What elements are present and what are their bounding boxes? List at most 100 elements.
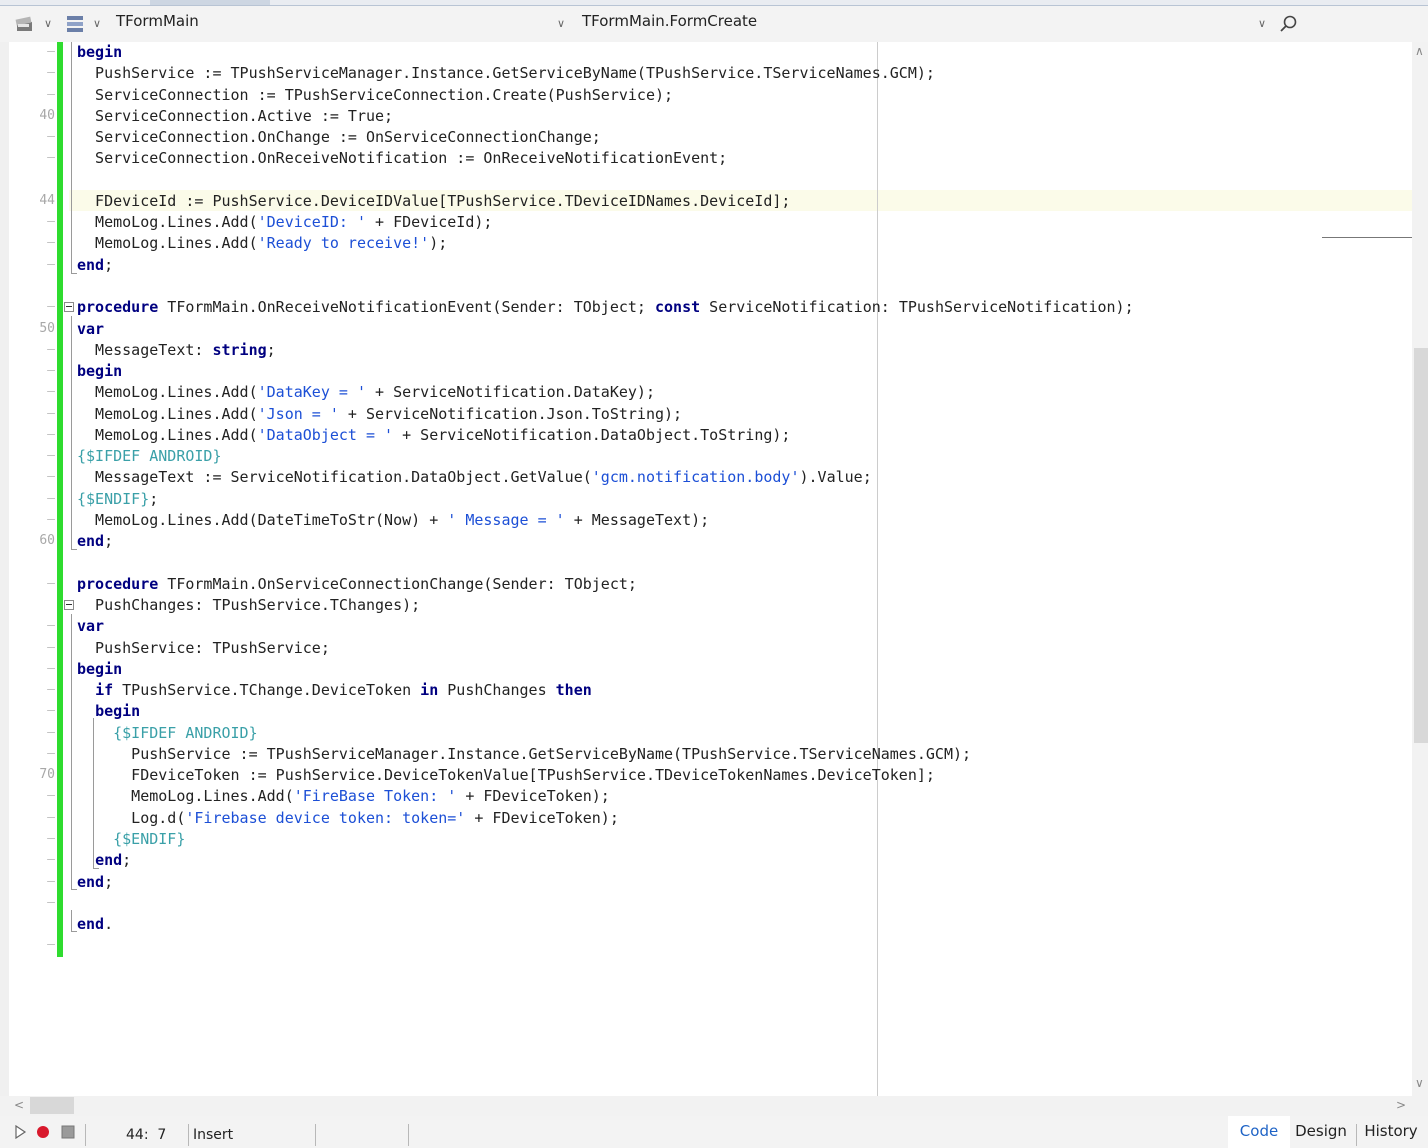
code-line[interactable]: ServiceConnection.OnReceiveNotification … (77, 148, 727, 169)
insert-mode[interactable]: Insert (193, 1127, 233, 1143)
code-line[interactable]: PushService := TPushServiceManager.Insta… (77, 744, 971, 765)
fold-toggle[interactable] (64, 302, 74, 312)
keyword-token: procedure (77, 574, 159, 593)
keyword-token: begin (95, 702, 141, 721)
code-token: PushChanges (438, 681, 556, 700)
code-line[interactable]: MemoLog.Lines.Add('DataKey = ' + Service… (77, 382, 655, 403)
directive-token: {$ENDIF} (113, 829, 186, 848)
right-margin-line (877, 42, 878, 1096)
tab-history[interactable]: History (1362, 1116, 1420, 1148)
search-icon[interactable] (1279, 14, 1299, 38)
code-line[interactable]: {$ENDIF}; (77, 489, 158, 510)
class-selector[interactable]: TFormMain (116, 12, 199, 30)
scroll-right-icon[interactable]: > (1396, 1098, 1406, 1112)
code-line[interactable]: MemoLog.Lines.Add('Ready to receive!'); (77, 233, 447, 254)
code-line[interactable]: FDeviceId := PushService.DeviceIDValue[T… (77, 191, 790, 212)
code-token: PushService := TPushServiceManager.Insta… (77, 744, 972, 763)
line-marker: – (47, 937, 55, 953)
line-marker: – (47, 44, 55, 59)
status-separator (188, 1124, 189, 1146)
code-line[interactable]: MemoLog.Lines.Add('DataObject = ' + Serv… (77, 425, 790, 446)
code-line[interactable]: ServiceConnection.Active := True; (77, 106, 393, 127)
tab-code[interactable]: Code (1228, 1116, 1290, 1148)
code-line[interactable]: end; (77, 531, 113, 552)
fold-toggle[interactable] (64, 600, 74, 610)
string-token: 'DeviceID: ' (257, 213, 366, 232)
code-token: PushService: TPushService; (77, 638, 330, 657)
code-line[interactable]: MemoLog.Lines.Add('Json = ' + ServiceNot… (77, 404, 682, 425)
tab-design[interactable]: Design (1292, 1116, 1350, 1148)
chevron-down-icon[interactable]: ∨ (1258, 17, 1266, 30)
code-token: ; (104, 255, 114, 274)
scroll-down-icon[interactable]: ∨ (1415, 1076, 1424, 1090)
chevron-down-icon[interactable]: ∨ (557, 17, 565, 30)
code-line[interactable]: FDeviceToken := PushService.DeviceTokenV… (77, 765, 935, 786)
code-token: ; (122, 851, 132, 870)
code-line[interactable]: {$IFDEF ANDROID} (77, 446, 222, 467)
code-line[interactable]: MemoLog.Lines.Add('FireBase Token: ' + F… (77, 786, 610, 807)
scroll-left-icon[interactable]: < (14, 1098, 24, 1112)
keyword-token: string (212, 340, 267, 359)
line-marker: – (47, 660, 55, 676)
code-line[interactable]: {$ENDIF} (77, 829, 185, 850)
play-icon[interactable] (15, 1124, 27, 1143)
code-line[interactable]: PushService := TPushServiceManager.Insta… (77, 63, 935, 84)
code-line[interactable]: MemoLog.Lines.Add(DateTimeToStr(Now) + '… (77, 510, 709, 531)
stop-icon[interactable] (61, 1125, 75, 1143)
code-line[interactable]: MemoLog.Lines.Add('DeviceID: ' + FDevice… (77, 212, 492, 233)
string-token: 'FireBase Token: ' (293, 787, 457, 806)
code-line[interactable]: PushChanges: TPushService.TChanges); (77, 595, 420, 616)
chevron-down-icon[interactable]: ∨ (93, 17, 101, 30)
code-token: PushChanges: TPushService.TChanges); (77, 596, 421, 615)
code-token: MemoLog.Lines.Add( (77, 787, 294, 806)
keyword-token: const (654, 298, 701, 317)
modified-lines-bar (57, 42, 63, 957)
code-line[interactable]: MessageText := ServiceNotification.DataO… (77, 467, 872, 488)
code-line[interactable]: MessageText: string; (77, 340, 276, 361)
code-token: MemoLog.Lines.Add(DateTimeToStr(Now) + (77, 510, 448, 529)
keyword-token: begin (77, 362, 123, 381)
status-separator (85, 1124, 86, 1146)
record-icon[interactable] (36, 1125, 50, 1143)
method-selector[interactable]: TFormMain.FormCreate (582, 12, 757, 30)
code-line[interactable]: procedure TFormMain.OnReceiveNotificatio… (77, 297, 1134, 318)
code-line[interactable]: PushService: TPushService; (77, 638, 330, 659)
code-line[interactable]: begin (77, 659, 122, 680)
line-number: 40 (39, 107, 55, 123)
code-line[interactable]: end; (77, 872, 113, 893)
code-line[interactable]: var (77, 319, 104, 340)
code-line[interactable]: end; (77, 850, 131, 871)
code-line[interactable]: {$IFDEF ANDROID} (77, 723, 258, 744)
vertical-scroll-thumb[interactable] (1414, 348, 1428, 743)
vertical-scrollbar[interactable]: ∧ ∨ (1412, 42, 1428, 1096)
code-line[interactable]: begin (77, 701, 140, 722)
line-marker: – (47, 86, 55, 102)
chevron-down-icon[interactable]: ∨ (44, 17, 52, 30)
class-browser-icon[interactable] (14, 13, 36, 39)
code-line[interactable]: end; (77, 255, 113, 276)
code-editor[interactable]: – – – 40 – – 44 – – – – 50 – – – – – – – – – 60 – – – – – – – – 70 – – – –… (9, 42, 1412, 1096)
scroll-up-icon[interactable]: ∧ (1415, 44, 1424, 58)
code-line[interactable]: ServiceConnection := TPushServiceConnect… (77, 85, 673, 106)
line-marker: – (47, 235, 55, 251)
code-line[interactable]: end. (77, 914, 113, 935)
code-token: . (104, 915, 114, 934)
horizontal-scroll-thumb[interactable] (30, 1097, 74, 1114)
code-line[interactable]: if TPushService.TChange.DeviceToken in P… (77, 680, 592, 701)
code-line[interactable]: begin (77, 361, 122, 382)
code-line[interactable]: begin (77, 42, 122, 63)
code-token: + ServiceNotification.DataObject.ToStrin… (393, 425, 791, 444)
directive-token: {$ENDIF} (77, 489, 150, 508)
code-line[interactable]: procedure TFormMain.OnServiceConnectionC… (77, 574, 637, 595)
structure-icon[interactable] (64, 14, 86, 38)
line-marker: – (47, 703, 55, 719)
horizontal-scrollbar[interactable]: < > (0, 1096, 1428, 1116)
line-marker: – (47, 405, 55, 421)
code-line[interactable]: Log.d('Firebase device token: token=' + … (77, 808, 619, 829)
code-line[interactable]: ServiceConnection.OnChange := OnServiceC… (77, 127, 601, 148)
line-marker: – (47, 426, 55, 442)
code-line[interactable]: var (77, 616, 104, 637)
directive-token: {$IFDEF ANDROID} (113, 723, 258, 742)
code-token: ).Value; (799, 468, 872, 487)
